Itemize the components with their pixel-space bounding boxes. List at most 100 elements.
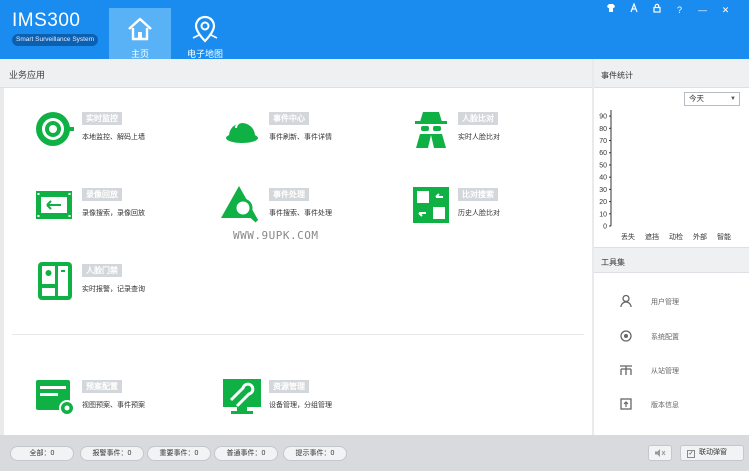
camera-eye-icon <box>36 112 74 146</box>
linkage-checkbox[interactable]: ✓ <box>687 450 695 458</box>
skin-button[interactable] <box>599 3 622 17</box>
tool-label: 版本信息 <box>651 402 679 409</box>
tab-home[interactable]: 主页 <box>109 8 171 59</box>
tab-home-label: 主页 <box>130 49 149 59</box>
app-compare-search[interactable]: 比对搜索 历史人脸比对 <box>410 184 580 234</box>
lock-button[interactable] <box>645 3 668 17</box>
counter-all[interactable]: 全部：0 <box>10 446 74 461</box>
y-tick-label: 90 <box>599 114 607 121</box>
app-name: 录像回放 <box>82 188 122 201</box>
counter-important[interactable]: 重要事件：0 <box>147 446 211 461</box>
app-name: 比对搜索 <box>458 188 498 201</box>
x-category-label: 动检 <box>669 232 683 241</box>
app-face-compare[interactable]: 人脸比对 实时人脸比对 <box>410 108 580 158</box>
counter-value: 0 <box>330 450 335 457</box>
minimize-button[interactable]: — <box>691 3 714 17</box>
app-name: 事件中心 <box>269 112 309 125</box>
x-category-label: 外部 <box>693 232 707 241</box>
app-desc: 实时报警，记录查询 <box>82 286 145 293</box>
counter-normal[interactable]: 普通事件：0 <box>214 446 278 461</box>
x-category-label: 遮挡 <box>645 232 659 241</box>
app-desc: 事件刷新、事件详情 <box>269 134 332 141</box>
compare-icon <box>413 187 449 223</box>
window-controls: ? — ✕ <box>599 2 737 17</box>
event-stats-header: 事件统计 <box>594 59 749 88</box>
toolbox-header: 工具集 <box>594 247 749 273</box>
counter-value: 0 <box>50 450 55 457</box>
settings-icon <box>620 330 632 342</box>
plan-config-icon <box>36 380 75 416</box>
help-button[interactable]: ? <box>668 3 691 17</box>
left-panel-header: 业务应用 <box>0 59 592 88</box>
mute-button[interactable] <box>648 445 672 461</box>
app-title: IMS300 <box>12 10 81 31</box>
counter-label: 全部： <box>29 450 51 457</box>
info-icon <box>620 398 632 410</box>
y-tick-label: 70 <box>599 138 607 145</box>
toolbox-title: 工具集 <box>601 258 625 267</box>
app-live-monitor[interactable]: 实时监控 本地监控、解码上墙 <box>34 108 204 158</box>
tool-system-config[interactable]: 系统配置 <box>594 326 749 346</box>
x-category-label: 智能 <box>717 232 731 241</box>
app-face-access[interactable]: 人脸门禁 实时报警，记录查询 <box>34 260 204 310</box>
counter-hint[interactable]: 提示事件：0 <box>283 446 347 461</box>
app-name: 预案配置 <box>82 380 122 393</box>
app-name: 人脸比对 <box>458 112 498 125</box>
resource-tool-icon <box>223 379 261 414</box>
counter-label: 普通事件： <box>226 450 262 457</box>
spy-face-icon <box>415 112 447 148</box>
app-desc: 设备管理，分组管理 <box>269 402 332 409</box>
counter-value: 0 <box>127 450 132 457</box>
app-subtitle: Smart Surveillance System <box>12 34 98 46</box>
counter-value: 0 <box>261 450 266 457</box>
app-event-handling[interactable]: 事件处理 事件搜索、事件处理 <box>221 184 391 234</box>
linkage-popup-toggle[interactable]: ✓ 联动弹窗 <box>680 445 744 461</box>
font-button[interactable] <box>622 2 645 17</box>
app-plan-config[interactable]: 预案配置 视图预案、事件预案 <box>34 376 204 426</box>
y-tick-label: 50 <box>599 162 607 169</box>
app-desc: 视图预案、事件预案 <box>82 402 145 409</box>
sub-station-icon <box>620 365 632 375</box>
app-event-center[interactable]: 事件中心 事件刷新、事件详情 <box>221 108 391 158</box>
y-tick-label: 40 <box>599 175 607 182</box>
y-tick-label: 10 <box>599 211 607 218</box>
event-stats-title: 事件统计 <box>601 71 633 80</box>
font-icon <box>629 2 638 13</box>
app-desc: 录像搜索，录像回放 <box>82 210 145 217</box>
app-playback[interactable]: 录像回放 录像搜索，录像回放 <box>34 184 204 234</box>
tool-substation-mgmt[interactable]: 从站管理 <box>594 360 749 380</box>
event-search-icon <box>221 186 259 223</box>
app-name: 人脸门禁 <box>82 264 122 277</box>
counter-alarm[interactable]: 报警事件：0 <box>80 446 144 461</box>
film-playback-icon <box>36 191 72 219</box>
tab-map-label: 电子地图 <box>186 49 223 59</box>
counter-value: 0 <box>194 450 199 457</box>
tool-label: 从站管理 <box>651 368 679 375</box>
tool-label: 用户管理 <box>651 299 679 306</box>
toolbox-panel: 用户管理 系统配置 从站管理 版本信息 <box>594 273 749 435</box>
tool-label: 系统配置 <box>651 334 679 341</box>
y-tick-label: 80 <box>599 126 607 133</box>
status-bar: 全部：0 报警事件：0 重要事件：0 普通事件：0 提示事件：0 ✓ 联动弹窗 <box>0 435 749 471</box>
linkage-label: 联动弹窗 <box>699 449 727 456</box>
app-name: 事件处理 <box>269 188 309 201</box>
alarm-light-icon <box>226 121 258 143</box>
section-divider <box>12 334 584 335</box>
business-apps-panel: 实时监控 本地监控、解码上墙 事件中心 事件刷新、事件详情 人脸比对 实时人脸比… <box>4 88 592 435</box>
app-name: 资源管理 <box>269 380 309 393</box>
lock-icon <box>652 3 661 13</box>
counter-label: 重要事件： <box>159 450 195 457</box>
tool-user-mgmt[interactable]: 用户管理 <box>594 291 749 311</box>
y-tick-label: 60 <box>599 150 607 157</box>
shirt-icon <box>606 4 615 12</box>
map-pin-icon <box>192 15 218 43</box>
tab-map[interactable]: 电子地图 <box>174 8 236 59</box>
app-resource-mgmt[interactable]: 资源管理 设备管理，分组管理 <box>221 376 391 426</box>
tool-version-info[interactable]: 版本信息 <box>594 394 749 414</box>
app-name: 实时监控 <box>82 112 122 125</box>
home-icon <box>128 17 152 41</box>
app-desc: 事件搜索、事件处理 <box>269 210 332 217</box>
close-button[interactable]: ✕ <box>714 3 737 17</box>
access-device-icon <box>38 262 72 300</box>
speaker-mute-icon <box>655 449 666 457</box>
